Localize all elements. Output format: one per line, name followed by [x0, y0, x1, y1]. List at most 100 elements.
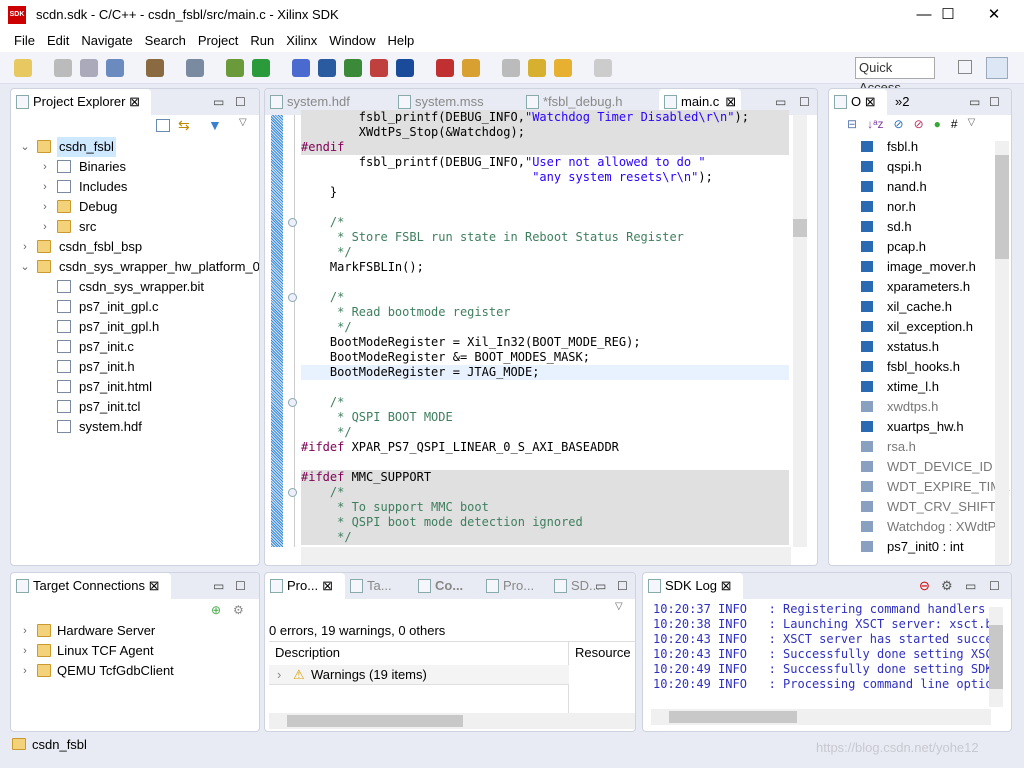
minimize-icon[interactable]: ▭ — [213, 95, 224, 109]
outline-item[interactable]: WDT_CRV_SHIFT — [829, 497, 996, 517]
terminal-icon[interactable] — [318, 59, 336, 77]
expand-icon[interactable]: › — [39, 157, 51, 177]
maximize-icon[interactable]: ☐ — [235, 579, 246, 593]
tree-item[interactable]: › Includes — [39, 177, 259, 197]
close-tab-icon[interactable]: ⊠ — [725, 94, 736, 109]
minimize-icon[interactable]: ▭ — [965, 579, 976, 593]
outline-item[interactable]: fsbl.h — [829, 137, 995, 157]
connection-item[interactable]: › Hardware Server — [19, 621, 249, 641]
maximize-icon[interactable]: ☐ — [989, 579, 1000, 593]
close-tab-icon[interactable]: ⊠ — [129, 94, 140, 109]
hide-nonpublic-icon[interactable]: ● — [934, 117, 941, 131]
outline-item[interactable]: Watchdog : XWdtPs — [829, 517, 1003, 537]
fold-icon[interactable] — [288, 218, 297, 227]
binary-icon[interactable] — [186, 59, 204, 77]
expand-icon[interactable]: › — [39, 197, 51, 217]
log-settings-icon[interactable]: ⚙ — [941, 578, 953, 594]
expand-icon[interactable]: › — [277, 667, 281, 682]
tab-outline[interactable]: O ⊠ — [829, 89, 887, 115]
last-edit-icon[interactable] — [528, 59, 546, 77]
menu-file[interactable]: File — [8, 30, 41, 52]
expand-icon[interactable]: › — [39, 177, 51, 197]
program-fpga-icon[interactable] — [344, 59, 362, 77]
fold-icon[interactable] — [288, 488, 297, 497]
tab-problems-2[interactable]: Co... — [413, 573, 483, 599]
tree-item[interactable]: ps7_init_gpl.c — [39, 297, 259, 317]
collapse-all-icon[interactable]: ⊟ — [847, 117, 857, 131]
expand-icon[interactable]: › — [19, 641, 31, 661]
tree-item[interactable]: ⌄ csdn_sys_wrapper_hw_platform_0 — [19, 257, 259, 277]
outline-item[interactable]: WDT_EXPIRE_TIME — [829, 477, 1010, 497]
tree-item[interactable]: ps7_init.html — [39, 377, 259, 397]
hide-macros-icon[interactable]: # — [951, 117, 958, 131]
minimize-icon[interactable]: ▭ — [969, 95, 980, 109]
tree-item[interactable]: system.hdf — [39, 417, 259, 437]
tree-item[interactable]: › Debug — [39, 197, 259, 217]
outline-item[interactable]: xwdtps.h — [829, 397, 995, 417]
tree-item[interactable]: ps7_init.h — [39, 357, 259, 377]
collapse-all-icon[interactable] — [156, 119, 170, 132]
hide-static-icon[interactable]: ⊘ — [914, 117, 924, 131]
minimize-icon[interactable]: ▭ — [213, 579, 224, 593]
menu-help[interactable]: Help — [382, 30, 421, 52]
tab-sdk-log[interactable]: SDK Log ⊠ — [643, 573, 743, 599]
new-icon[interactable] — [14, 59, 32, 77]
outline-scrollbar[interactable] — [995, 141, 1009, 565]
expand-icon[interactable]: › — [19, 661, 31, 681]
close-tab-icon[interactable]: ⊠ — [865, 94, 876, 109]
outline-item[interactable]: xstatus.h — [829, 337, 995, 357]
console-icon[interactable] — [396, 59, 414, 77]
cpp-perspective-icon[interactable] — [986, 57, 1008, 79]
connection-settings-icon[interactable]: ⚙ — [233, 603, 244, 617]
more-views-tab[interactable]: »2 — [887, 89, 909, 115]
forward-icon[interactable] — [594, 59, 612, 77]
outline-item[interactable]: xparameters.h — [829, 277, 995, 297]
tree-item[interactable]: › src — [39, 217, 259, 237]
menu-run[interactable]: Run — [244, 30, 280, 52]
tree-item[interactable]: ps7_init.c — [39, 337, 259, 357]
connection-item[interactable]: › QEMU TcfGdbClient — [19, 661, 249, 681]
sort-icon[interactable]: ↓ᵃz — [867, 117, 883, 131]
fold-icon[interactable] — [288, 398, 297, 407]
tree-item[interactable]: › Binaries — [39, 157, 259, 177]
open-perspective-icon[interactable] — [958, 60, 972, 74]
tab-project-explorer[interactable]: Project Explorer ⊠ — [11, 89, 151, 115]
tab-problems-4[interactable]: SD... — [549, 573, 619, 599]
editor-vertical-scrollbar[interactable] — [793, 115, 807, 547]
column-resource[interactable]: Resource — [575, 645, 631, 660]
tree-item[interactable]: ⌄ csdn_fsbl — [19, 137, 259, 157]
outline-item[interactable]: rsa.h — [829, 437, 995, 457]
maximize-icon[interactable]: ☐ — [989, 95, 1000, 109]
tab-target-connections[interactable]: Target Connections ⊠ — [11, 573, 171, 599]
maximize-icon[interactable]: ☐ — [799, 95, 810, 109]
view-menu-icon[interactable]: ▽ — [615, 601, 623, 612]
close-tab-icon[interactable]: ⊠ — [149, 578, 160, 593]
expand-icon[interactable]: ⌄ — [19, 257, 31, 277]
skip-breakpoints-icon[interactable] — [292, 59, 310, 77]
problem-row[interactable]: › ⚠ Warnings (19 items) — [269, 665, 569, 685]
log-horizontal-scrollbar[interactable] — [651, 709, 991, 725]
menu-search[interactable]: Search — [139, 30, 192, 52]
hide-fields-icon[interactable]: ⊘ — [894, 117, 904, 131]
outline-item[interactable]: WDT_DEVICE_ID — [829, 457, 995, 477]
expand-icon[interactable]: ⌄ — [19, 137, 31, 157]
outline-item[interactable]: xil_cache.h — [829, 297, 995, 317]
quick-access-input[interactable]: Quick Access — [855, 57, 935, 95]
run-icon[interactable] — [252, 59, 270, 77]
code-editor[interactable]: fsbl_printf(DEBUG_INFO,"Watchdog Timer D… — [265, 110, 817, 547]
outline-item[interactable]: ps7_init0 : int — [829, 537, 995, 557]
expand-icon[interactable]: › — [39, 217, 51, 237]
refresh-icon[interactable] — [436, 59, 454, 77]
filter-icon[interactable]: ▼ — [208, 117, 222, 133]
tab-problems-0[interactable]: Pro... ⊠ — [265, 573, 345, 599]
pen-icon[interactable] — [502, 59, 520, 77]
outline-item[interactable]: fsbl_hooks.h — [829, 357, 995, 377]
menu-window[interactable]: Window — [323, 30, 381, 52]
close-tab-icon[interactable]: ⊠ — [322, 578, 333, 593]
tab-problems-1[interactable]: Ta... — [345, 573, 415, 599]
maximize-icon[interactable]: ☐ — [235, 95, 246, 109]
close-button[interactable]: ✕ — [974, 4, 1014, 26]
editor-horizontal-scrollbar[interactable] — [301, 547, 791, 565]
tree-item[interactable]: ps7_init_gpl.h — [39, 317, 259, 337]
highlight-icon[interactable] — [462, 59, 480, 77]
